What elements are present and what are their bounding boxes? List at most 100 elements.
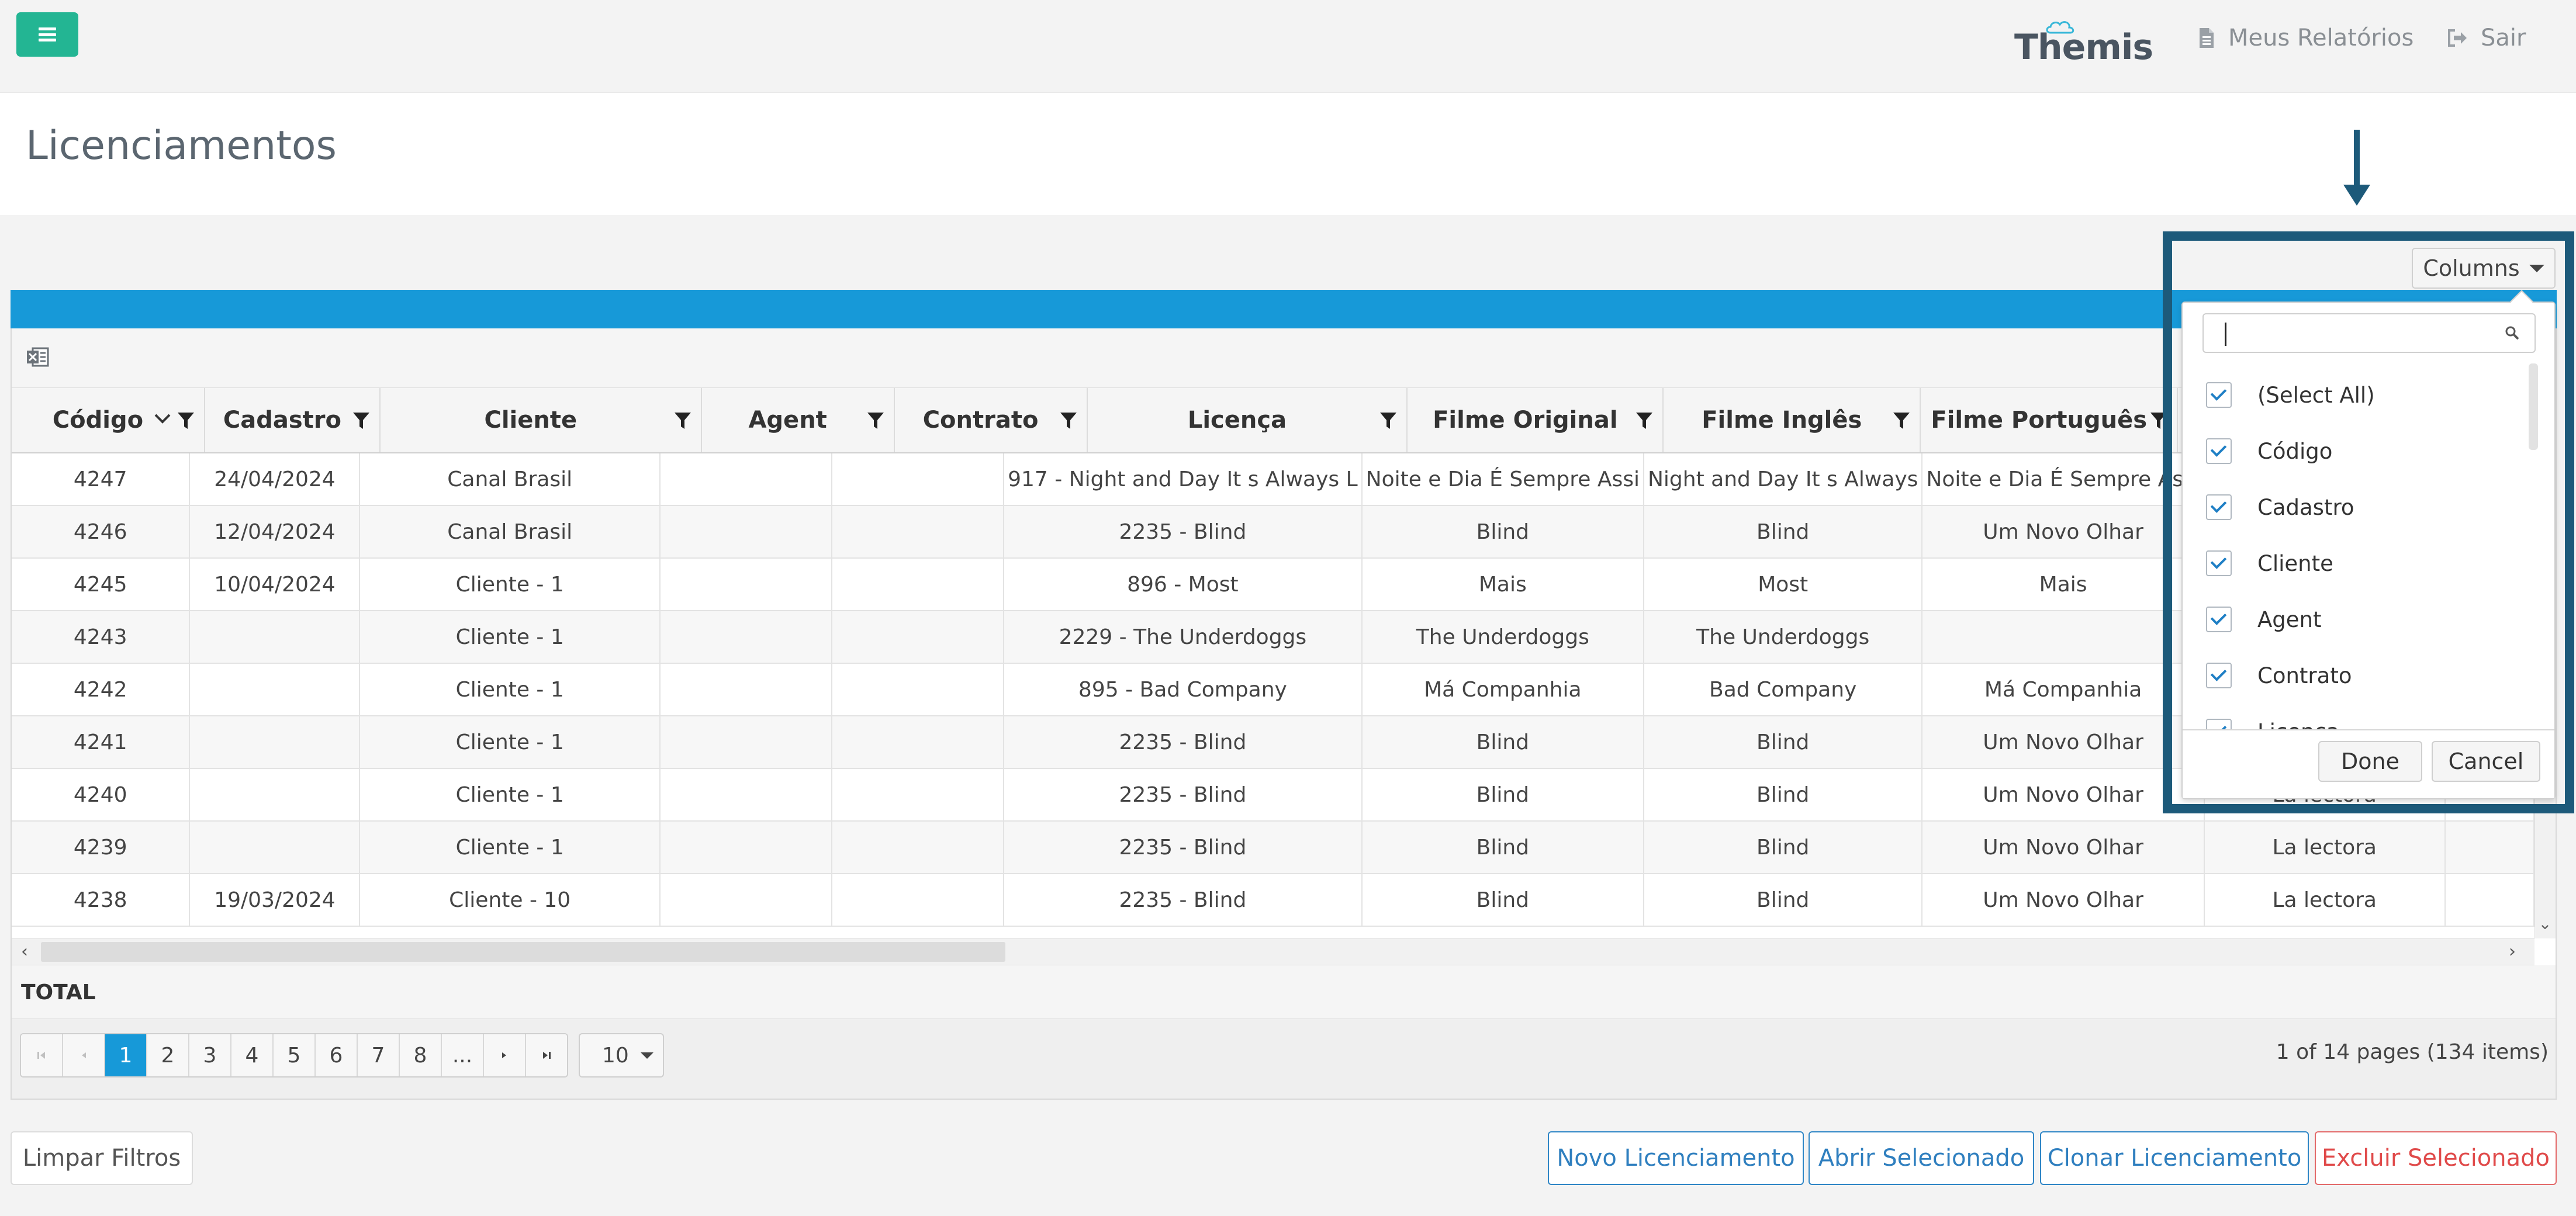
column-option-licenca[interactable]: Licença xyxy=(2204,704,2531,729)
first-page-icon xyxy=(37,1052,45,1059)
page-button[interactable]: 1 xyxy=(105,1034,147,1076)
clone-license-button[interactable]: Clonar Licenciamento xyxy=(2040,1131,2309,1185)
annotation-arrow xyxy=(2354,130,2360,188)
logo-text: Themis xyxy=(2014,27,2153,68)
column-option-label: (Select All) xyxy=(2257,382,2375,408)
checkbox-checked-icon[interactable] xyxy=(2206,438,2232,464)
table-cell xyxy=(659,453,833,506)
table-row[interactable]: 4242 Cliente - 1 895 - Bad Company Má Compa… xyxy=(12,663,2534,716)
column-header-cliente[interactable]: Cliente xyxy=(379,388,702,453)
open-selected-button[interactable]: Abrir Selecionado xyxy=(1809,1131,2034,1185)
table-row[interactable]: 4246 12/04/2024 Canal Brasil 2235 - Blind Bl… xyxy=(12,505,2534,559)
table-cell: Blind xyxy=(1643,505,1923,559)
table-cell xyxy=(832,453,1005,506)
checkbox-checked-icon[interactable] xyxy=(2206,607,2232,632)
column-option-label: Contrato xyxy=(2257,663,2352,688)
delete-selected-button[interactable]: Excluir Selecionado xyxy=(2315,1131,2557,1185)
filter-icon[interactable] xyxy=(1893,411,1910,430)
column-list-scrollbar[interactable] xyxy=(2529,363,2538,450)
annotation-arrow-head xyxy=(2343,185,2370,206)
filter-icon[interactable] xyxy=(674,411,691,430)
table-row[interactable]: 4247 24/04/2024 Canal Brasil 917 - Night an… xyxy=(12,453,2534,506)
page-button[interactable]: 6 xyxy=(316,1034,358,1076)
table-cell: Cliente - 1 xyxy=(359,821,661,874)
table-row[interactable]: 4245 10/04/2024 Cliente - 1 896 - Most Mais M… xyxy=(12,558,2534,611)
scroll-right-icon[interactable]: › xyxy=(2502,938,2523,965)
prev-page-button[interactable] xyxy=(63,1034,105,1076)
column-header-licenca[interactable]: Licença xyxy=(1087,388,1408,453)
column-header-filme-ingles[interactable]: Filme Inglês xyxy=(1663,388,1921,453)
table-row[interactable]: 4240 Cliente - 1 2235 - Blind Blind Blind Um … xyxy=(12,768,2534,822)
caret-down-icon xyxy=(640,1052,653,1059)
filter-icon[interactable] xyxy=(867,411,884,430)
clear-filters-button[interactable]: Limpar Filtros xyxy=(11,1131,193,1185)
page-button[interactable]: 4 xyxy=(231,1034,274,1076)
table-cell xyxy=(832,874,1005,927)
filter-icon[interactable] xyxy=(352,411,370,430)
sort-desc-icon[interactable] xyxy=(154,411,171,425)
checkbox-checked-icon[interactable] xyxy=(2206,382,2232,408)
column-option-select-all[interactable]: (Select All) xyxy=(2204,367,2531,423)
column-option-codigo[interactable]: Código xyxy=(2204,423,2531,479)
pager-buttons: 1 2 3 4 5 6 7 8 ... xyxy=(20,1033,568,1078)
table-cell: Noite e Dia É Sempre Assi xyxy=(1361,453,1644,506)
text-cursor xyxy=(2225,323,2226,346)
table-cell: 24/04/2024 xyxy=(189,453,361,506)
table-cell: La lectora xyxy=(2204,821,2446,874)
table-cell xyxy=(832,716,1005,769)
filter-icon[interactable] xyxy=(177,411,195,430)
column-option-cliente[interactable]: Cliente xyxy=(2204,535,2531,591)
last-page-button[interactable] xyxy=(526,1034,567,1076)
table-cell: 4238 xyxy=(12,874,191,927)
filter-icon[interactable] xyxy=(1060,411,1077,430)
excel-export-icon[interactable] xyxy=(26,346,49,368)
done-button[interactable]: Done xyxy=(2318,741,2422,782)
checkbox-checked-icon[interactable] xyxy=(2206,550,2232,576)
themis-logo: Themis xyxy=(2011,13,2153,68)
table-row[interactable]: 4243 Cliente - 1 2229 - The Underdoggs The … xyxy=(12,611,2534,664)
filter-icon[interactable] xyxy=(1379,411,1397,430)
column-header-filme-original[interactable]: Filme Original xyxy=(1407,388,1664,453)
columns-button[interactable]: Columns xyxy=(2412,248,2556,289)
scroll-left-icon[interactable]: ‹ xyxy=(14,938,35,965)
table-cell: Um Novo Olhar xyxy=(1922,505,2205,559)
table-row[interactable]: 4239 Cliente - 1 2235 - Blind Blind Blind Um … xyxy=(12,821,2534,874)
table-cell: Cliente - 1 xyxy=(359,716,661,769)
horizontal-scroll-thumb[interactable] xyxy=(41,942,1005,962)
column-header-agent[interactable]: Agent xyxy=(701,388,895,453)
column-search-input[interactable] xyxy=(2202,313,2536,353)
first-page-button[interactable] xyxy=(21,1034,63,1076)
page-size-select[interactable]: 10 xyxy=(579,1033,664,1078)
table-row[interactable]: 4241 Cliente - 1 2235 - Blind Blind Blind Um … xyxy=(12,716,2534,769)
page-button[interactable]: 2 xyxy=(147,1034,189,1076)
page-button[interactable]: 8 xyxy=(400,1034,442,1076)
column-option-contrato[interactable]: Contrato xyxy=(2204,647,2531,704)
my-reports-link[interactable]: Meus Relatórios xyxy=(2198,18,2414,58)
filter-icon[interactable] xyxy=(1635,411,1653,430)
scroll-down-icon[interactable]: ⌄ xyxy=(2534,909,2556,938)
logout-link[interactable]: Sair xyxy=(2447,18,2526,58)
column-header-filme-portugues[interactable]: Filme Português xyxy=(1920,388,2179,453)
checkbox-checked-icon[interactable] xyxy=(2206,494,2232,520)
table-cell xyxy=(659,768,833,822)
column-option-cadastro[interactable]: Cadastro xyxy=(2204,479,2531,535)
page-button[interactable]: 5 xyxy=(274,1034,316,1076)
next-page-button[interactable] xyxy=(484,1034,526,1076)
checkbox-checked-icon[interactable] xyxy=(2206,663,2232,688)
column-header-codigo[interactable]: Código xyxy=(12,388,205,453)
cancel-button[interactable]: Cancel xyxy=(2432,741,2540,782)
checkbox-checked-icon[interactable] xyxy=(2206,719,2232,729)
column-header-contrato[interactable]: Contrato xyxy=(894,388,1088,453)
hamburger-menu-button[interactable] xyxy=(16,12,78,57)
page-button[interactable]: 7 xyxy=(358,1034,400,1076)
column-header-cadastro[interactable]: Cadastro xyxy=(204,388,381,453)
column-option-agent[interactable]: Agent xyxy=(2204,591,2531,647)
table-cell: Blind xyxy=(1361,874,1644,927)
more-pages-button[interactable]: ... xyxy=(442,1034,484,1076)
new-license-button[interactable]: Novo Licenciamento xyxy=(1548,1131,1804,1185)
page-button[interactable]: 3 xyxy=(189,1034,231,1076)
column-option-label: Agent xyxy=(2257,607,2322,632)
column-option-label: Cadastro xyxy=(2257,494,2354,520)
table-row[interactable]: 4238 19/03/2024 Cliente - 10 2235 - Blind Bl… xyxy=(12,874,2534,927)
column-option-label: Licença xyxy=(2257,719,2339,730)
